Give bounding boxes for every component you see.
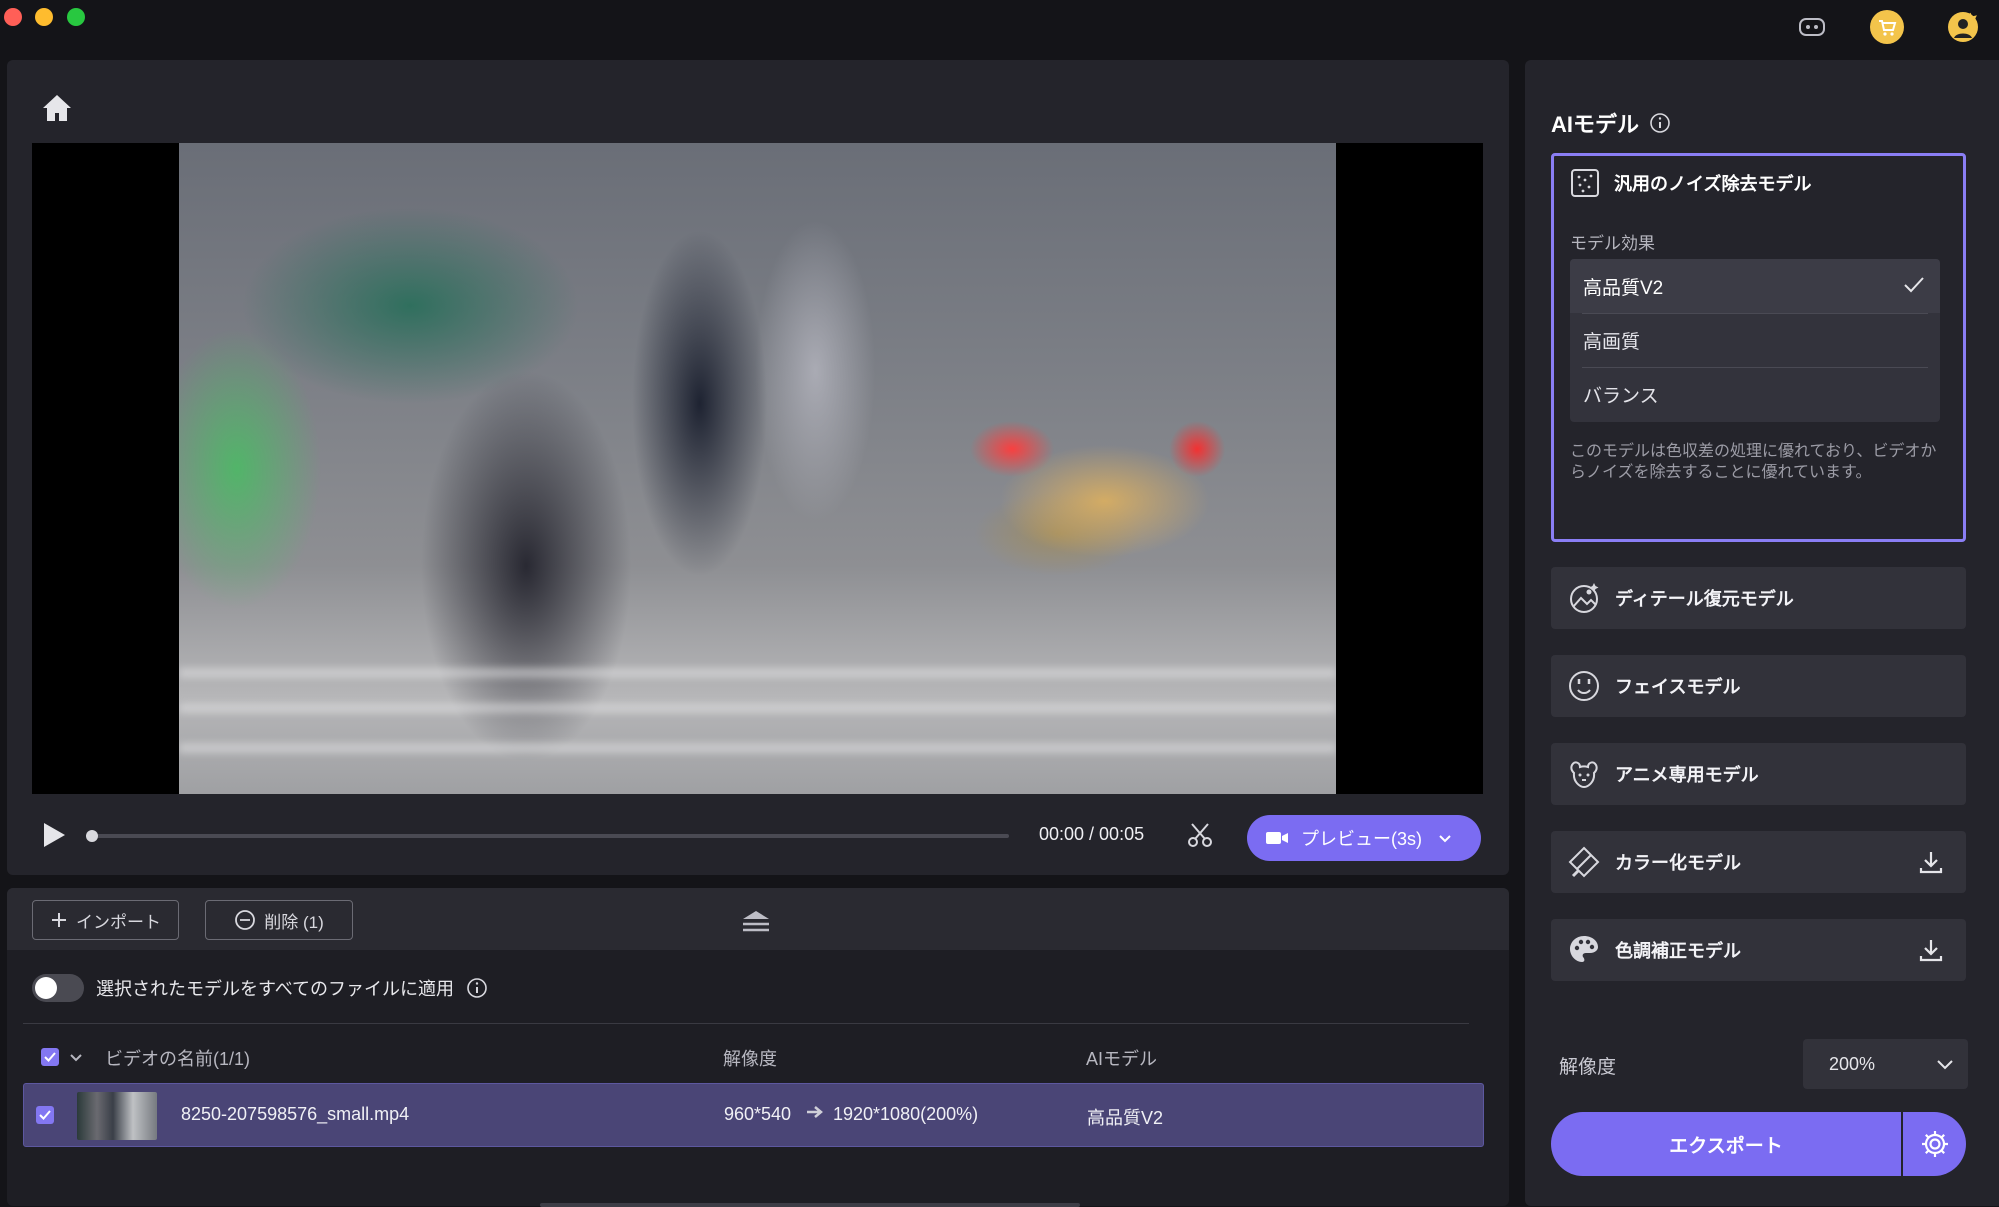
model-item-anime[interactable]: アニメ専用モデル (1551, 743, 1966, 805)
minimize-window-button[interactable] (35, 8, 53, 26)
apply-all-toggle[interactable] (32, 974, 84, 1002)
video-preview[interactable] (32, 143, 1483, 794)
apply-all-label: 選択されたモデルをすべてのファイルに適用 (96, 979, 455, 999)
header-ai-model: AIモデル (1086, 1049, 1158, 1069)
chevron-down-icon (1936, 1055, 1954, 1076)
model-item-detail-restore[interactable]: ディテール復元モデル (1551, 567, 1966, 629)
discord-icon[interactable] (1795, 10, 1829, 44)
resolution-value: 200% (1829, 1053, 1876, 1074)
file-toolbar: インポート 削除 (1) (7, 888, 1509, 950)
select-all-checkbox[interactable] (41, 1048, 59, 1066)
delete-label: 削除 (1) (264, 912, 324, 932)
option-balance[interactable]: バランス (1570, 367, 1940, 421)
model-card-denoise[interactable]: 汎用のノイズ除去モデル モデル効果 高品質V2 高画質 バランス このモデルは色… (1551, 153, 1966, 542)
option-high-definition[interactable]: 高画質 (1570, 313, 1940, 367)
model-card-name: 汎用のノイズ除去モデル (1614, 174, 1812, 194)
preview-label: プレビュー(3s) (1301, 829, 1422, 849)
resolution-select[interactable]: 200% (1803, 1039, 1968, 1089)
video-thumbnail (77, 1092, 157, 1140)
seek-handle[interactable] (86, 830, 98, 842)
horizontal-scrollbar[interactable] (540, 1203, 1080, 1207)
model-item-face[interactable]: フェイスモデル (1551, 655, 1966, 717)
import-label: インポート (76, 912, 161, 932)
model-item-color-correction[interactable]: 色調補正モデル (1551, 919, 1966, 981)
colorize-icon (1568, 846, 1600, 878)
row-ai-model: 高品質V2 (1087, 1108, 1164, 1128)
collapse-icon (743, 911, 769, 932)
detail-restore-icon (1570, 583, 1599, 613)
arrow-right-icon (805, 1104, 825, 1125)
time-display: 00:00 / 00:05 (1039, 824, 1145, 844)
download-icon[interactable] (1918, 849, 1944, 880)
minus-circle-icon (235, 910, 256, 930)
video-camera-icon (1266, 832, 1288, 844)
export-settings-button[interactable] (1905, 1112, 1965, 1176)
export-button[interactable]: エクスポート (1551, 1112, 1901, 1176)
info-icon[interactable] (466, 977, 488, 999)
model-item-label: 色調補正モデル (1615, 941, 1741, 961)
model-description: このモデルは色収差の処理に優れており、ビデオからノイズを除去することに優れていま… (1570, 443, 1937, 481)
option-label: バランス (1583, 385, 1659, 407)
model-effect-label: モデル効果 (1570, 234, 1655, 253)
option-label: 高画質 (1583, 331, 1641, 353)
player-card: 00:00 / 00:05 プレビュー(3s) (7, 60, 1509, 875)
seek-bar[interactable] (86, 830, 1009, 842)
plus-icon (52, 913, 66, 927)
file-name: 8250-207598576_small.mp4 (181, 1104, 410, 1124)
header-resolution: 解像度 (723, 1049, 777, 1069)
maximize-window-button[interactable] (67, 8, 85, 26)
preview-button[interactable]: プレビュー(3s) (1247, 815, 1481, 861)
trim-button[interactable] (1183, 818, 1217, 852)
sidebar-title-text: AIモデル (1551, 112, 1640, 137)
download-icon[interactable] (1918, 937, 1944, 968)
user-crown-icon[interactable] (1946, 10, 1980, 44)
resolution-from: 960*540 (724, 1104, 792, 1124)
player-controls: 00:00 / 00:05 プレビュー(3s) (7, 800, 1509, 866)
info-icon[interactable] (1649, 112, 1671, 134)
option-label: 高品質V2 (1583, 277, 1664, 299)
home-button[interactable] (37, 88, 77, 128)
play-button[interactable] (37, 818, 71, 852)
model-item-label: アニメ専用モデル (1615, 765, 1759, 785)
anime-icon (1570, 761, 1598, 789)
header-video-name: ビデオの名前(1/1) (105, 1049, 251, 1069)
model-item-label: ディテール復元モデル (1615, 589, 1794, 609)
palette-icon (1570, 936, 1598, 962)
model-card-header: 汎用のノイズ除去モデル (1570, 168, 1811, 198)
face-icon (1569, 671, 1599, 701)
model-item-label: カラー化モデル (1615, 853, 1741, 873)
gear-icon (1922, 1131, 1948, 1157)
file-list-card: インポート 削除 (1) 選択されたモデルをすべてのファイルに適用 ビデオの名前… (7, 888, 1509, 1206)
model-item-colorize[interactable]: カラー化モデル (1551, 831, 1966, 893)
option-high-quality-v2[interactable]: 高品質V2 (1570, 259, 1940, 313)
scissors-icon (1188, 823, 1212, 847)
title-bar (0, 0, 1999, 50)
ai-model-sidebar: AIモデル 汎用のノイズ除去モデル モデル効果 高品質V2 高画質 バランス こ… (1525, 60, 1999, 1206)
export-button-group: エクスポート (1551, 1112, 1966, 1176)
table-row[interactable]: 8250-207598576_small.mp4 960*540 1920*10… (23, 1083, 1484, 1147)
resolution-to: 1920*1080(200%) (833, 1104, 979, 1124)
apply-all-row: 選択されたモデルをすべてのファイルに適用 (32, 968, 488, 1008)
check-icon (1902, 273, 1926, 303)
export-label: エクスポート (1669, 1135, 1783, 1157)
noise-grid-icon (1571, 169, 1599, 197)
home-icon (43, 95, 71, 121)
row-checkbox[interactable] (36, 1106, 54, 1124)
chevron-down-icon[interactable] (69, 1047, 83, 1068)
model-effect-options: 高品質V2 高画質 バランス (1570, 259, 1940, 422)
video-frame-image (179, 143, 1336, 794)
table-header: ビデオの名前(1/1) 解像度 AIモデル (23, 1033, 1469, 1081)
sidebar-title: AIモデル (1551, 107, 1671, 139)
delete-button[interactable]: 削除 (1) (205, 900, 353, 940)
main-panel: 00:00 / 00:05 プレビュー(3s) インポート 削除 (1) 選択さ… (7, 60, 1509, 1206)
cart-icon[interactable] (1870, 10, 1904, 44)
import-button[interactable]: インポート (32, 900, 179, 940)
resolution-label: 解像度 (1559, 1057, 1617, 1078)
close-window-button[interactable] (4, 8, 22, 26)
collapse-list-button[interactable] (736, 906, 776, 936)
model-item-label: フェイスモデル (1615, 677, 1741, 697)
list-divider (23, 1023, 1469, 1024)
chevron-down-icon[interactable] (1438, 828, 1452, 849)
play-icon (44, 823, 65, 847)
